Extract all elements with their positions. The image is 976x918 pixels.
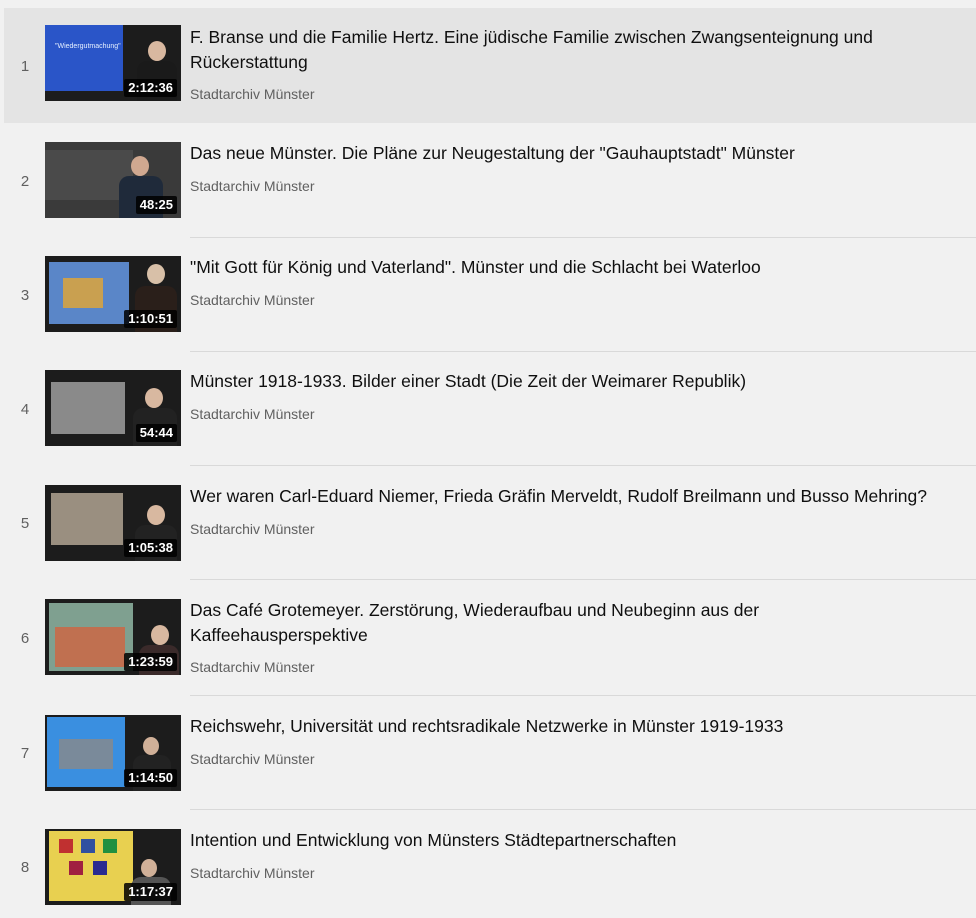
playlist-item[interactable]: 8 1:17:37 Intention und Entwicklung von … bbox=[4, 810, 976, 918]
channel-name[interactable]: Stadtarchiv Münster bbox=[190, 521, 315, 537]
video-title[interactable]: Intention und Entwicklung von Münsters S… bbox=[190, 828, 970, 853]
video-thumbnail[interactable]: 1:10:51 bbox=[45, 256, 181, 332]
playlist-item[interactable]: 1 "Wiedergutmachung" 2:12:36 F. Branse u… bbox=[4, 8, 976, 123]
item-index: 5 bbox=[20, 515, 30, 532]
item-index: 7 bbox=[20, 745, 30, 762]
item-index: 6 bbox=[20, 630, 30, 647]
video-title[interactable]: Das Café Grotemeyer. Zerstörung, Wiedera… bbox=[190, 598, 830, 648]
video-title[interactable]: F. Branse und die Familie Hertz. Eine jü… bbox=[190, 25, 970, 75]
channel-name[interactable]: Stadtarchiv Münster bbox=[190, 659, 315, 675]
item-index: 3 bbox=[20, 287, 30, 304]
video-thumbnail[interactable]: 1:23:59 bbox=[45, 599, 181, 675]
item-index: 4 bbox=[20, 401, 30, 418]
video-thumbnail[interactable]: 54:44 bbox=[45, 370, 181, 446]
video-duration: 1:17:37 bbox=[124, 883, 177, 901]
playlist-panel: 1 "Wiedergutmachung" 2:12:36 F. Branse u… bbox=[0, 0, 976, 918]
video-thumbnail[interactable]: 48:25 bbox=[45, 142, 181, 218]
video-title[interactable]: Münster 1918-1933. Bilder einer Stadt (D… bbox=[190, 369, 970, 394]
channel-name[interactable]: Stadtarchiv Münster bbox=[190, 178, 315, 194]
channel-name[interactable]: Stadtarchiv Münster bbox=[190, 751, 315, 767]
video-duration: 54:44 bbox=[135, 424, 177, 442]
video-thumbnail[interactable]: 1:05:38 bbox=[45, 485, 181, 561]
video-thumbnail[interactable]: 1:17:37 bbox=[45, 829, 181, 905]
video-title[interactable]: Wer waren Carl-Eduard Niemer, Frieda Grä… bbox=[190, 484, 970, 509]
video-title[interactable]: "Mit Gott für König und Vaterland". Müns… bbox=[190, 255, 970, 280]
item-index: 1 bbox=[20, 58, 30, 75]
item-index: 8 bbox=[20, 859, 30, 876]
video-thumbnail[interactable]: "Wiedergutmachung" 2:12:36 bbox=[45, 25, 181, 101]
channel-name[interactable]: Stadtarchiv Münster bbox=[190, 86, 315, 102]
channel-name[interactable]: Stadtarchiv Münster bbox=[190, 292, 315, 308]
video-duration: 1:14:50 bbox=[124, 769, 177, 787]
video-title[interactable]: Das neue Münster. Die Pläne zur Neugesta… bbox=[190, 141, 970, 166]
playlist-item[interactable]: 6 1:23:59 Das Café Grotemeyer. Zerstörun… bbox=[4, 580, 976, 696]
video-duration: 1:10:51 bbox=[124, 310, 177, 328]
channel-name[interactable]: Stadtarchiv Münster bbox=[190, 406, 315, 422]
item-index: 2 bbox=[20, 173, 30, 190]
video-duration: 48:25 bbox=[135, 196, 177, 214]
channel-name[interactable]: Stadtarchiv Münster bbox=[190, 865, 315, 881]
video-duration: 2:12:36 bbox=[124, 79, 177, 97]
video-duration: 1:05:38 bbox=[124, 539, 177, 557]
playlist-item[interactable]: 2 48:25 Das neue Münster. Die Pläne zur … bbox=[4, 123, 976, 238]
video-title[interactable]: Reichswehr, Universität und rechtsradika… bbox=[190, 714, 970, 739]
playlist-item[interactable]: 5 1:05:38 Wer waren Carl-Eduard Niemer, … bbox=[4, 466, 976, 580]
playlist-item[interactable]: 7 1:14:50 Reichswehr, Universität und re… bbox=[4, 696, 976, 810]
playlist-item[interactable]: 3 1:10:51 "Mit Gott für König und Vaterl… bbox=[4, 238, 976, 352]
video-thumbnail[interactable]: 1:14:50 bbox=[45, 715, 181, 791]
video-duration: 1:23:59 bbox=[124, 653, 177, 671]
playlist-item[interactable]: 4 54:44 Münster 1918-1933. Bilder einer … bbox=[4, 352, 976, 466]
